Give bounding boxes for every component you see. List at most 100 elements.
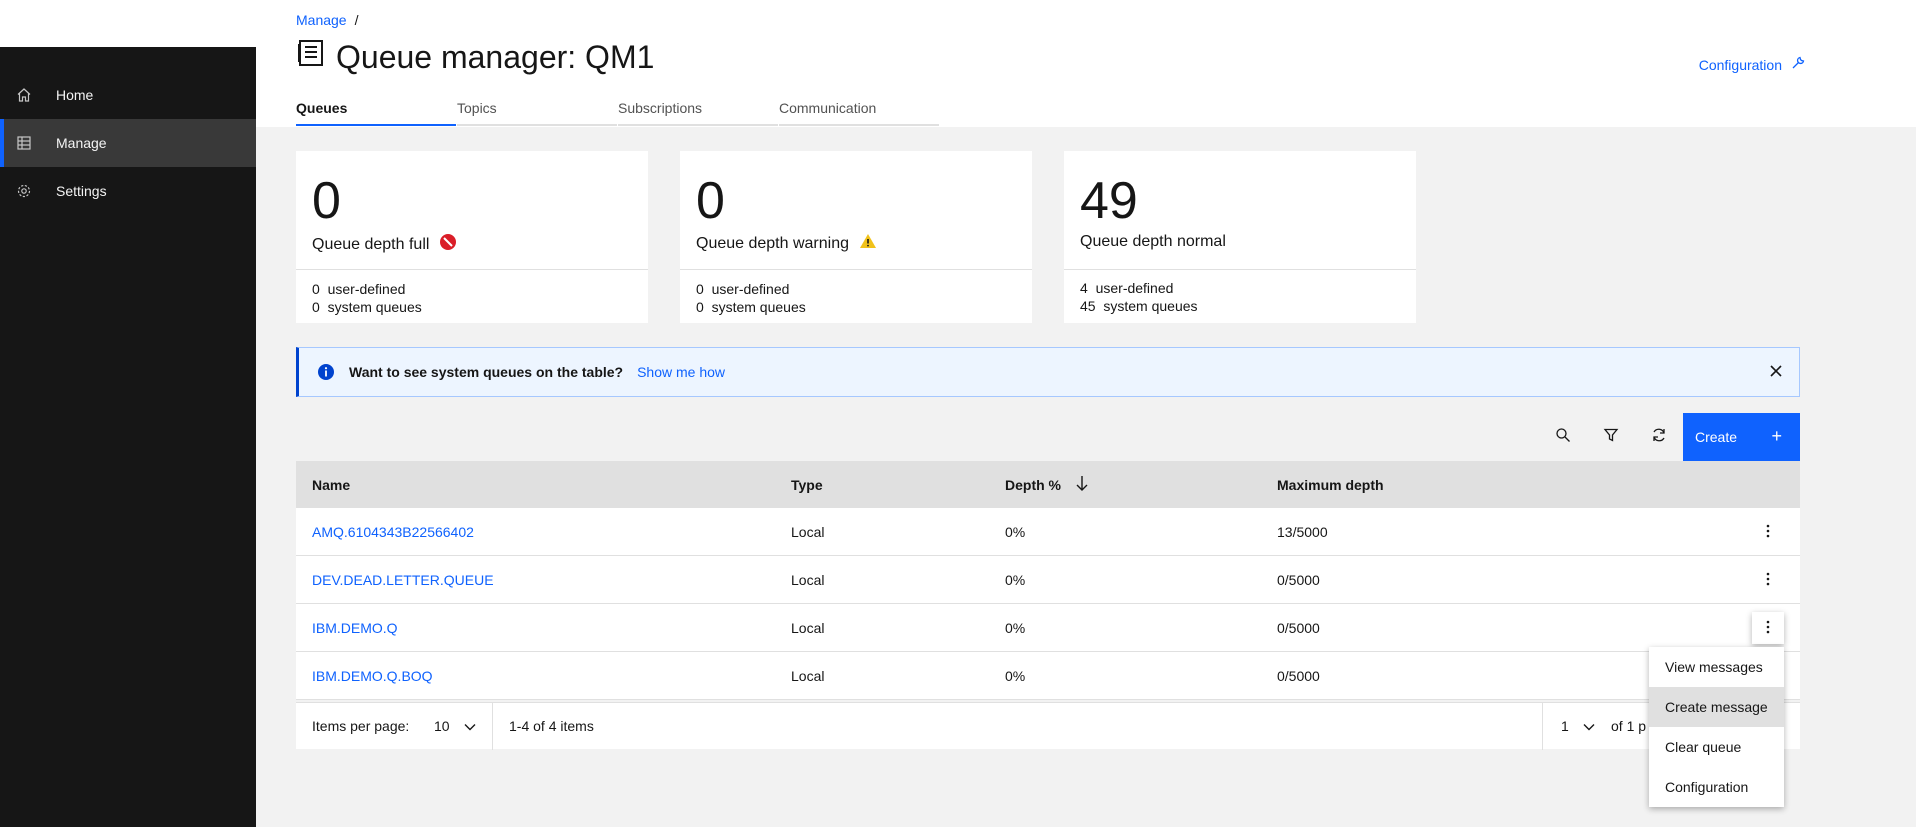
queue-depth: 0%: [1005, 619, 1026, 636]
user-count: 0: [696, 281, 704, 297]
overflow-menu-icon: [1766, 572, 1770, 589]
items-per-page-value: 10: [434, 718, 450, 734]
tile-label-text: Queue depth normal: [1080, 233, 1226, 250]
queue-depth: 0%: [1005, 571, 1026, 588]
queue-name-link[interactable]: AMQ.6104343B22566402: [312, 524, 474, 540]
queue-type: Local: [791, 667, 825, 684]
queue-max-depth: 0/5000: [1277, 667, 1320, 684]
tile-divider: [1064, 269, 1416, 270]
menu-item-configuration[interactable]: Configuration: [1649, 767, 1784, 807]
column-header-depth-label: Depth %: [1005, 476, 1061, 493]
queue-depth: 0%: [1005, 523, 1026, 540]
pagination-divider: [1542, 703, 1543, 750]
queue-name-link[interactable]: DEV.DEAD.LETTER.QUEUE: [312, 572, 494, 588]
queue-depth: 0%: [1005, 667, 1026, 684]
sidebar-nav: Home Manage Settings: [0, 47, 256, 827]
tile-label-text: Queue depth warning: [696, 234, 849, 252]
user-count: 4: [1080, 280, 1088, 296]
tab-list: Queues Topics Subscriptions Communicatio…: [296, 90, 940, 126]
overflow-menu-button[interactable]: [1752, 516, 1784, 548]
info-icon: [317, 363, 335, 381]
create-button[interactable]: Create +: [1683, 413, 1800, 461]
page-count: of 1 p: [1611, 718, 1647, 734]
tab-communication[interactable]: Communication: [779, 90, 939, 126]
notification-title: Want to see system queues on the table?: [349, 364, 624, 380]
tab-queues[interactable]: Queues: [296, 90, 456, 126]
overflow-menu-button[interactable]: [1752, 612, 1784, 644]
queue-max-depth: 0/5000: [1277, 571, 1320, 588]
system-count: 0: [312, 299, 320, 315]
queue-type: Local: [791, 619, 825, 636]
page-title-text: Queue manager: QM1: [336, 38, 655, 75]
close-icon[interactable]: [1769, 364, 1783, 378]
column-header-max-depth[interactable]: Maximum depth: [1277, 477, 1384, 493]
tile-user-defined: 4 user-defined: [1080, 280, 1173, 296]
breadcrumb: Manage /: [296, 12, 358, 28]
wrench-icon: [1790, 55, 1806, 74]
show-me-how-link[interactable]: Show me how: [637, 364, 725, 380]
tile-queue-depth-full: 0 Queue depth full 0 user-defined 0 syst…: [296, 151, 648, 323]
configuration-link[interactable]: Configuration: [1699, 55, 1806, 74]
create-button-label: Create: [1695, 429, 1738, 445]
breadcrumb-separator: /: [354, 12, 359, 28]
tile-label-text: Queue depth full: [312, 235, 430, 253]
queue-max-depth: 13/5000: [1277, 523, 1328, 540]
filter-button[interactable]: [1587, 413, 1635, 461]
menu-item-create-message[interactable]: Create message: [1649, 687, 1784, 727]
column-header-name[interactable]: Name: [312, 477, 350, 493]
queue-manager-icon: [296, 38, 326, 76]
overflow-menu-button[interactable]: [1752, 564, 1784, 596]
tile-queue-depth-normal: 49 Queue depth normal 4 user-defined 45 …: [1064, 151, 1416, 323]
chevron-down-icon: [1583, 718, 1595, 734]
tile-system-queues: 45 system queues: [1080, 298, 1198, 314]
warning-icon: [859, 233, 877, 254]
overflow-menu-icon: [1766, 524, 1770, 541]
column-header-type[interactable]: Type: [791, 477, 823, 493]
error-icon: [439, 233, 457, 256]
filter-icon: [1603, 427, 1619, 448]
queue-name-link[interactable]: IBM.DEMO.Q.BOQ: [312, 668, 433, 684]
system-count: 0: [696, 299, 704, 315]
tile-system-queues: 0 system queues: [696, 299, 806, 315]
table-header: Name Type Depth % Maximum depth: [296, 461, 1800, 508]
breadcrumb-link-manage[interactable]: Manage: [296, 12, 347, 28]
user-label: user-defined: [711, 281, 790, 297]
queue-type: Local: [791, 571, 825, 588]
table-row: IBM.DEMO.Q Local 0% 0/5000: [296, 604, 1800, 652]
home-icon: [16, 87, 32, 103]
add-icon: +: [1771, 426, 1782, 446]
system-count: 45: [1080, 298, 1096, 314]
tile-user-defined: 0 user-defined: [696, 281, 789, 297]
tile-queue-depth-warning: 0 Queue depth warning 0 user-defined 0 s…: [680, 151, 1032, 323]
items-per-page-select[interactable]: 10: [434, 718, 476, 734]
sidebar-item-manage[interactable]: Manage: [0, 119, 256, 167]
system-label: system queues: [1103, 298, 1198, 314]
sidebar-item-home[interactable]: Home: [0, 71, 256, 119]
table-row: IBM.DEMO.Q.BOQ Local 0% 0/5000: [296, 652, 1800, 700]
sidebar-item-label: Manage: [56, 135, 107, 151]
chevron-down-icon: [464, 718, 476, 734]
menu-item-view-messages[interactable]: View messages: [1649, 647, 1784, 687]
queue-type: Local: [791, 523, 825, 540]
table-row: AMQ.6104343B22566402 Local 0% 13/5000: [296, 508, 1800, 556]
tile-divider: [680, 269, 1032, 270]
tile-label: Queue depth normal: [1080, 233, 1226, 251]
tab-subscriptions[interactable]: Subscriptions: [618, 90, 778, 126]
tab-topics[interactable]: Topics: [457, 90, 617, 126]
refresh-button[interactable]: [1635, 413, 1683, 461]
sidebar-item-label: Home: [56, 87, 94, 103]
configuration-link-label: Configuration: [1698, 56, 1782, 73]
sidebar: Home Manage Settings: [0, 0, 256, 827]
items-per-page-label: Items per page:: [312, 718, 410, 734]
page-select[interactable]: 1: [1561, 718, 1595, 734]
user-label: user-defined: [1095, 280, 1174, 296]
column-header-depth[interactable]: Depth %: [1005, 475, 1089, 494]
page-value: 1: [1561, 718, 1569, 734]
user-count: 0: [312, 281, 320, 297]
menu-item-clear-queue[interactable]: Clear queue: [1649, 727, 1784, 767]
tile-value: 0: [696, 172, 725, 230]
queue-name-link[interactable]: IBM.DEMO.Q: [312, 620, 398, 636]
sidebar-item-settings[interactable]: Settings: [0, 167, 256, 215]
info-notification: Want to see system queues on the table? …: [296, 347, 1800, 397]
search-button[interactable]: [1539, 413, 1587, 461]
